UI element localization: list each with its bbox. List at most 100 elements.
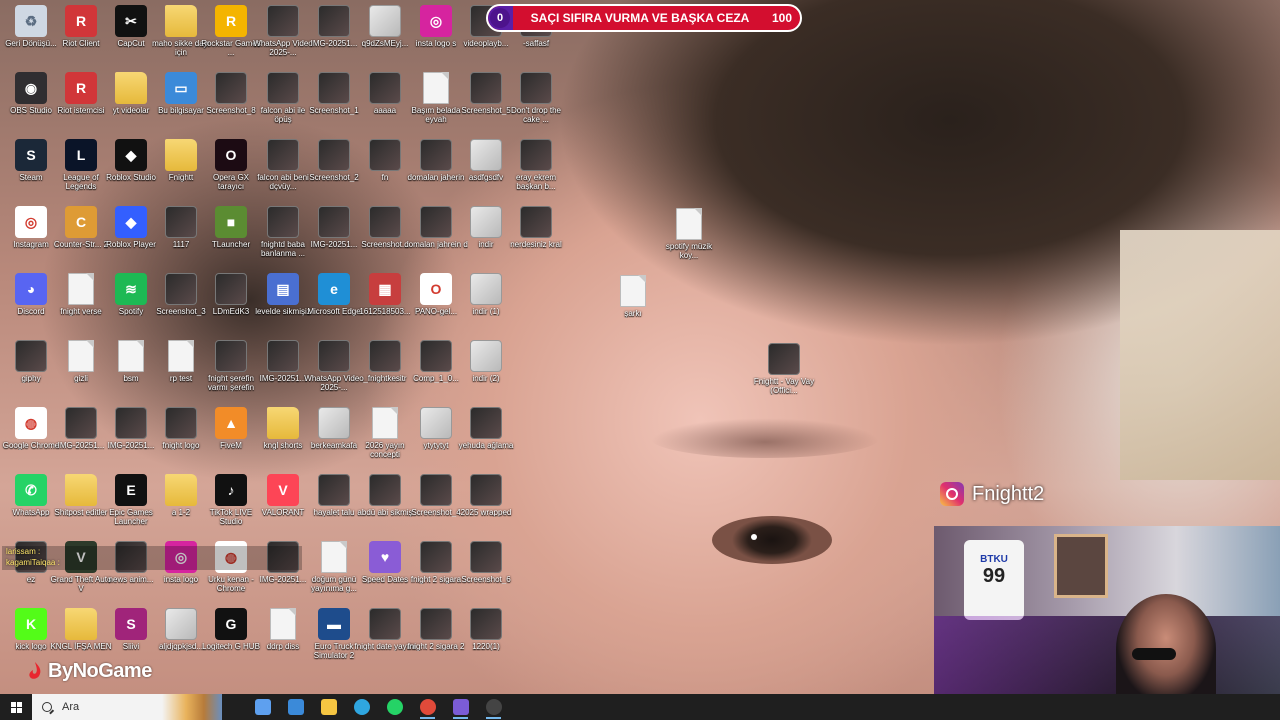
app-icon: O	[215, 139, 247, 171]
image-thumbnail-icon	[369, 139, 401, 171]
app-icon: C	[65, 206, 97, 238]
app-icon: K	[15, 608, 47, 640]
search-highlight-art	[162, 694, 222, 720]
image-thumbnail-icon	[470, 72, 502, 104]
taskbar-app-button[interactable]	[312, 694, 345, 720]
folder-icon	[165, 5, 197, 37]
image-thumbnail-icon	[267, 72, 299, 104]
app-icon: ◆	[115, 139, 147, 171]
wallpaper-eyebrow	[650, 418, 880, 458]
app-icon: E	[115, 474, 147, 506]
taskbar-app-button[interactable]	[279, 694, 312, 720]
image-thumbnail-icon	[267, 5, 299, 37]
chat-line: kagamiTaiqaa :	[6, 558, 60, 567]
app-icon: ◎	[15, 206, 47, 238]
webcam-streamer-glasses	[1132, 648, 1176, 660]
desktop-icon-label: Fnightt - Vay Vay (Offici...	[753, 377, 815, 395]
image-thumbnail-icon	[165, 206, 197, 238]
desktop-icon[interactable]: Screenshot_6	[455, 541, 517, 607]
taskbar-app-button[interactable]	[477, 694, 510, 720]
folder-icon	[65, 608, 97, 640]
image-thumbnail-icon	[470, 608, 502, 640]
image-thumbnail-icon	[520, 139, 552, 171]
desktop-icon[interactable]: eray ekrem başkan b...	[505, 139, 567, 205]
goal-current-count: 0	[490, 8, 510, 28]
image-thumbnail-icon	[420, 474, 452, 506]
app-icon: ◎	[420, 5, 452, 37]
app-icon: e	[318, 273, 350, 305]
copilot-icon	[254, 699, 271, 715]
desktop-icon-label: 1220(1)	[472, 642, 500, 651]
image-thumbnail-icon	[318, 139, 350, 171]
folder-icon	[65, 474, 97, 506]
app-icon: ■	[215, 206, 247, 238]
desktop-icon-label: Don't drop the cake ...	[510, 106, 561, 124]
watermark-text: ByNoGame	[48, 660, 152, 682]
search-placeholder: Ara	[62, 701, 80, 713]
document-icon	[423, 72, 449, 104]
webcam-overlay: BTKU 99	[934, 526, 1280, 694]
desktop-icon[interactable]: nerdesiniz kral	[505, 206, 567, 272]
image-thumbnail-icon	[420, 541, 452, 573]
desktop-icon[interactable]: Don't drop the cake ...	[505, 72, 567, 138]
image-thumbnail-icon	[369, 474, 401, 506]
app-icon: ≋	[115, 273, 147, 305]
taskbar-search-box[interactable]: Ara	[32, 694, 222, 720]
obs-icon	[485, 699, 502, 715]
image-thumbnail-icon	[369, 5, 401, 37]
document-icon	[620, 275, 646, 307]
desktop-icon-label: şarkı	[624, 309, 642, 318]
taskbar-app-button[interactable]	[345, 694, 378, 720]
bynogame-watermark: ByNoGame	[26, 660, 152, 683]
app-icon: O	[420, 273, 452, 305]
desktop-icon[interactable]: indir (1)	[455, 273, 517, 339]
image-thumbnail-icon	[215, 340, 247, 372]
document-icon	[372, 407, 398, 439]
image-thumbnail-icon	[318, 206, 350, 238]
document-icon	[270, 608, 296, 640]
microsoft-store-icon	[287, 699, 304, 715]
image-thumbnail-icon	[165, 407, 197, 439]
desktop-icon[interactable]: indir (2)	[455, 340, 517, 406]
image-thumbnail-icon	[420, 206, 452, 238]
bynogame-logo-icon	[29, 661, 41, 679]
desktop-icon[interactable]: şarkı	[602, 275, 664, 341]
image-thumbnail-icon	[215, 273, 247, 305]
wallpaper-background-box	[1120, 230, 1280, 480]
jersey-number: 99	[982, 565, 1006, 587]
image-thumbnail-icon	[470, 206, 502, 238]
app-icon: R	[65, 5, 97, 37]
image-thumbnail-icon	[369, 72, 401, 104]
taskbar-app-button[interactable]	[378, 694, 411, 720]
document-icon	[168, 340, 194, 372]
app-icon: L	[65, 139, 97, 171]
webcam-streamer	[1116, 594, 1216, 694]
desktop-icon[interactable]: 2025 wrapped	[455, 474, 517, 540]
desktop-icon[interactable]: yehuda ağlama	[455, 407, 517, 473]
taskbar-app-button[interactable]	[444, 694, 477, 720]
desktop-icon[interactable]: Fnightt - Vay Vay (Offici...	[753, 343, 815, 409]
taskbar: Ara	[0, 694, 1280, 720]
image-thumbnail-icon	[420, 407, 452, 439]
webcam-wall-poster	[1054, 534, 1108, 598]
app-icon: ✂	[115, 5, 147, 37]
taskbar-app-button[interactable]	[411, 694, 444, 720]
image-thumbnail-icon	[470, 139, 502, 171]
app-icon: ▤	[267, 273, 299, 305]
start-button[interactable]	[0, 694, 32, 720]
app-icon: ♥	[369, 541, 401, 573]
desktop-icon[interactable]: 1220(1)	[455, 608, 517, 674]
desktop-icon-label: nerdesiniz kral	[510, 240, 562, 249]
image-thumbnail-icon	[369, 340, 401, 372]
goal-title: SAÇI SIFIRA VURMA VE BAŞKA CEZA	[530, 11, 750, 25]
taskbar-app-button[interactable]	[246, 694, 279, 720]
desktop-icon[interactable]: spotify müzik koy...	[658, 208, 720, 274]
image-thumbnail-icon	[768, 343, 800, 375]
desktop-icon-label: Screenshot_6	[461, 575, 511, 584]
desktop-icon-label: yehuda ağlama	[458, 441, 514, 450]
document-icon	[68, 340, 94, 372]
image-thumbnail-icon	[420, 139, 452, 171]
instagram-icon	[940, 482, 964, 506]
whatsapp-icon	[386, 699, 403, 715]
file-explorer-icon	[320, 699, 337, 715]
